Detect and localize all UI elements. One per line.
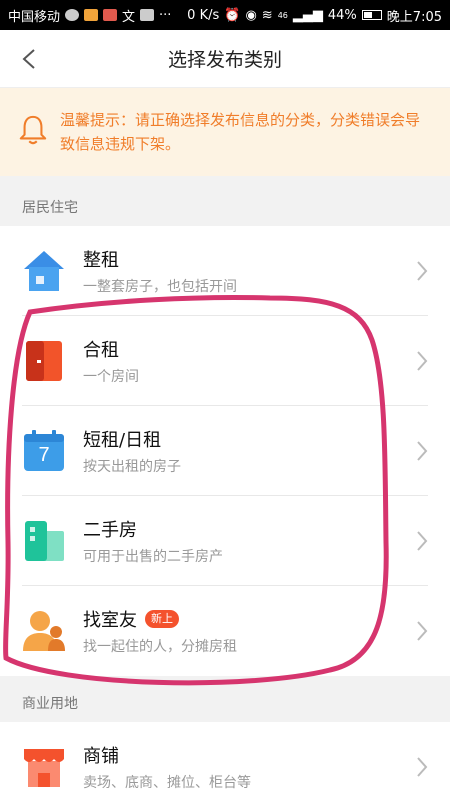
app-notification-icon	[103, 9, 118, 21]
alarm-icon: ⏰	[224, 7, 241, 23]
notice-text: 温馨提示：请正确选择发布信息的分类，分类错误会导致信息违规下架。	[60, 111, 421, 153]
shop-icon	[22, 745, 66, 789]
category-item-second-hand-house[interactable]: 二手房 可用于出售的二手房产	[0, 496, 450, 586]
page-title: 选择发布类别	[167, 49, 282, 71]
item-subtitle: 卖场、底商、摊位、柜台等	[83, 775, 251, 791]
building-icon	[22, 519, 66, 563]
back-button[interactable]	[14, 44, 44, 74]
item-title: 二手房	[83, 520, 137, 541]
status-bar: 中国移动 文 ··· 0 K/s ⏰ ◉ ≋ 46 ▂▄▆ 44% 晚上7:05	[0, 0, 450, 30]
commercial-list: 商铺 卖场、底商、摊位、柜台等	[0, 722, 450, 800]
chevron-left-icon	[22, 49, 35, 69]
app-notification-icon	[140, 9, 155, 21]
item-subtitle: 找一起住的人，分摊房租	[83, 639, 237, 655]
item-title: 找室友	[83, 610, 137, 631]
item-subtitle: 一个房间	[83, 369, 139, 385]
chevron-right-icon	[417, 531, 428, 551]
item-title: 商铺	[83, 746, 119, 767]
network-type: 46	[277, 10, 288, 20]
item-title: 短租/日租	[83, 430, 162, 451]
chevron-right-icon	[417, 261, 428, 281]
category-item-shop[interactable]: 商铺 卖场、底商、摊位、柜台等	[0, 722, 450, 800]
item-subtitle: 可用于出售的二手房产	[83, 549, 223, 565]
carrier-label: 中国移动	[8, 9, 61, 25]
category-item-short-rent[interactable]: 7 短租/日租 按天出租的房子	[0, 406, 450, 496]
calendar-day: 7	[38, 444, 50, 466]
category-item-shared-rent[interactable]: 合租 一个房间	[0, 316, 450, 406]
item-subtitle: 一整套房子，也包括开间	[83, 279, 237, 295]
chevron-right-icon	[417, 621, 428, 641]
item-title: 整租	[83, 250, 119, 271]
bell-icon	[18, 114, 54, 150]
chevron-right-icon	[417, 441, 428, 461]
residential-list: 整租 一整套房子，也包括开间 合租 一个房间 7 短租/日租 按天出租的房子 二…	[0, 226, 450, 676]
signal-icon: ▂▄▆	[292, 7, 323, 23]
message-icon	[65, 9, 80, 21]
house-icon	[22, 249, 66, 293]
chevron-right-icon	[417, 757, 428, 777]
item-subtitle: 按天出租的房子	[83, 459, 181, 475]
category-item-find-roommate[interactable]: 找室友 新上 找一起住的人，分摊房租	[0, 586, 450, 676]
category-item-whole-rent[interactable]: 整租 一整套房子，也包括开间	[0, 226, 450, 316]
battery-percent: 44%	[327, 7, 357, 23]
chinese-char-icon: 文	[122, 9, 136, 25]
more-icon: ···	[159, 7, 172, 23]
new-badge: 新上	[145, 610, 179, 628]
wifi-icon: ≋	[261, 7, 273, 23]
section-title-residential: 居民住宅	[0, 176, 450, 226]
calendar-icon: 7	[22, 429, 66, 473]
roommate-icon	[22, 609, 66, 653]
door-icon	[22, 339, 66, 383]
eye-icon: ◉	[245, 7, 257, 23]
chevron-right-icon	[417, 351, 428, 371]
network-speed: 0 K/s	[187, 7, 220, 23]
item-title: 合租	[83, 340, 119, 361]
section-title-commercial: 商业用地	[0, 676, 450, 722]
nav-bar: 选择发布类别	[0, 30, 450, 88]
notice-banner: 温馨提示：请正确选择发布信息的分类，分类错误会导致信息违规下架。	[0, 88, 450, 176]
app-notification-icon	[84, 9, 99, 21]
battery-icon	[361, 10, 382, 20]
clock: 晚上7:05	[386, 9, 442, 25]
